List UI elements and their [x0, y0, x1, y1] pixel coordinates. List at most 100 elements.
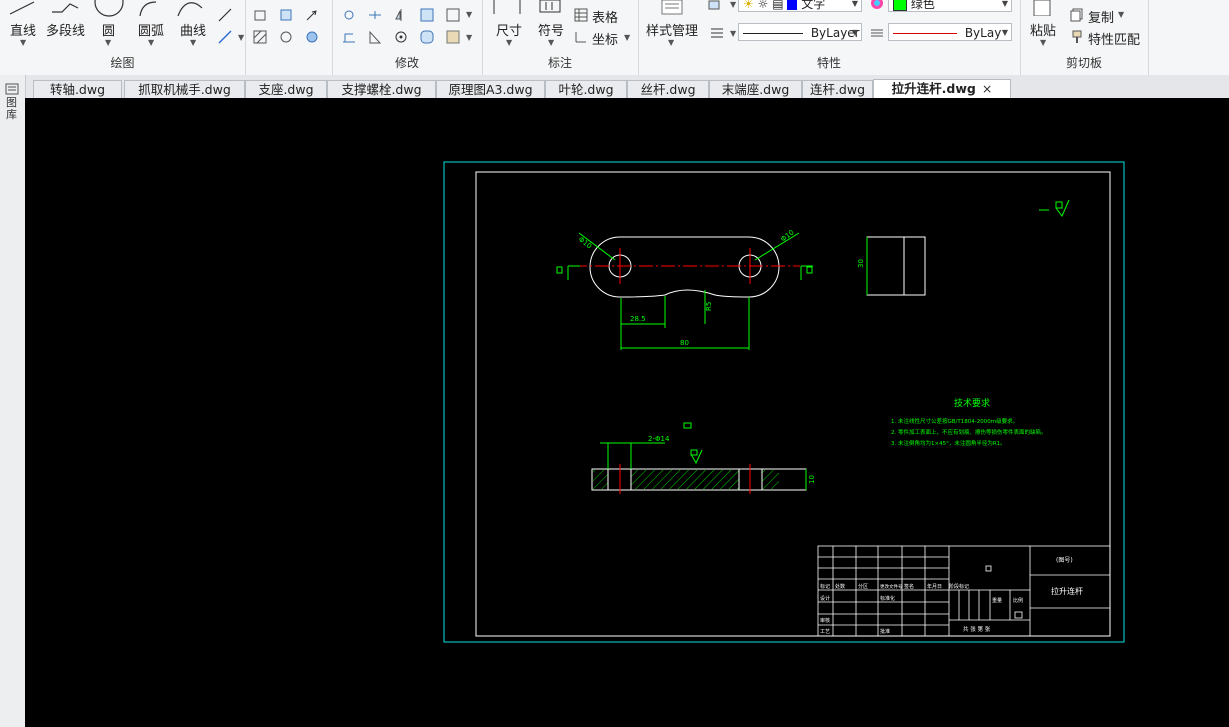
coordinate-tool[interactable]: 坐标 — [592, 29, 618, 48]
printer-icon: ▤ — [772, 0, 784, 11]
color-wheel-icon[interactable] — [870, 0, 884, 10]
line-dropdown-arrow[interactable]: ▼ — [20, 38, 26, 47]
dimension-tool[interactable]: 尺寸 — [496, 20, 522, 39]
tb-label-sign: 签名 — [904, 583, 914, 590]
lineweight-combo[interactable]: ByLay ▼ — [888, 23, 1012, 41]
fillet-icon[interactable] — [420, 30, 434, 44]
hatch-left — [593, 470, 608, 489]
array-icon[interactable] — [420, 8, 434, 22]
drawing-frame — [475, 171, 1111, 637]
dim-30: 30 — [857, 259, 865, 268]
modify-more-arrow[interactable]: ▼ — [466, 10, 472, 19]
tab-2[interactable]: 支座.dwg — [245, 80, 327, 98]
coordinate-dropdown-arrow[interactable]: ▼ — [624, 33, 630, 42]
arc-tool[interactable]: 圆弧 — [138, 20, 164, 39]
circle-dropdown-arrow[interactable]: ▼ — [105, 38, 111, 47]
polyline-tool[interactable]: 多段线 — [46, 20, 85, 39]
tab-label: 叶轮.dwg — [558, 82, 614, 97]
library-label[interactable]: 图库 — [6, 97, 19, 121]
curve-tool-icon — [177, 2, 203, 17]
library-icon[interactable] — [5, 83, 19, 95]
layer-combo[interactable]: ☀ ☼ ▤ 文字 ▼ — [738, 0, 862, 12]
style-manager-dropdown-arrow[interactable]: ▼ — [668, 38, 674, 47]
polyline-tool-icon — [52, 3, 79, 13]
tab-1[interactable]: 抓取机械手.dwg — [124, 80, 245, 98]
symbol-dropdown-arrow[interactable]: ▼ — [548, 38, 554, 47]
tech-req-line-2: 2. 零件加工表面上，不应有划痕、擦伤等损伤零件表面的缺陷。 — [891, 428, 1047, 436]
ray-icon[interactable] — [218, 30, 232, 44]
hatch-right — [762, 470, 779, 489]
tab-7[interactable]: 末端座.dwg — [709, 80, 802, 98]
style-manager-tool[interactable]: 样式管理 — [646, 20, 698, 39]
copy-tool[interactable]: 复制 — [1088, 7, 1114, 26]
tab-3[interactable]: 支撑螺栓.dwg — [327, 80, 436, 98]
revcloud-icon[interactable] — [279, 8, 293, 22]
tb-label-review: 审核 — [820, 617, 830, 624]
tech-req-line-1: 1. 未注线性尺寸公差按GB/T1804-2000m级要求。 — [891, 417, 1018, 425]
tab-9[interactable]: 拉升连杆.dwg × — [873, 79, 1011, 99]
match-style-icon[interactable] — [708, 0, 722, 14]
construction-line-icon[interactable] — [218, 8, 232, 22]
tb-label-stage: 阶段标记 — [949, 583, 969, 590]
paste-dropdown-arrow[interactable]: ▼ — [1040, 38, 1046, 47]
match-properties-tool[interactable]: 特性匹配 — [1088, 29, 1140, 48]
tab-6[interactable]: 丝杆.dwg — [627, 80, 709, 98]
tb-label-zone: 分区 — [858, 583, 868, 590]
arc-dropdown-arrow[interactable]: ▼ — [148, 38, 154, 47]
dimension-icon — [493, 0, 521, 14]
library-sidebar: 图库 — [0, 75, 26, 727]
tb-label-approve: 批准 — [880, 628, 890, 635]
copy-icon — [1070, 8, 1083, 22]
color-combo[interactable]: 绿色 ▼ — [888, 0, 1012, 12]
linetype-combo[interactable]: ByLayer ▼ — [738, 23, 862, 41]
offset-icon[interactable] — [368, 30, 382, 44]
scale-icon[interactable] — [446, 8, 460, 22]
table-tool[interactable]: 表格 — [592, 7, 618, 26]
layer-name: 文字 — [801, 0, 826, 11]
modify-group: ▼ ▼ 修改 — [332, 0, 483, 75]
match-style-arrow[interactable]: ▼ — [730, 0, 736, 9]
tab-close-icon[interactable]: × — [982, 81, 992, 96]
link-front-view — [573, 236, 800, 298]
tab-8[interactable]: 连杆.dwg — [802, 80, 873, 98]
tab-4[interactable]: 原理图A3.dwg — [436, 80, 545, 98]
copy-dropdown-arrow[interactable]: ▼ — [1118, 10, 1124, 19]
arc-tool-icon — [139, 1, 157, 17]
ray-dropdown-arrow[interactable]: ▼ — [238, 33, 244, 42]
pointer-icon[interactable] — [305, 8, 319, 22]
tab-label: 连杆.dwg — [809, 82, 866, 97]
line-tool[interactable]: 直线 — [10, 20, 36, 39]
boundary-icon[interactable] — [279, 30, 293, 44]
rotate-icon[interactable] — [394, 30, 408, 44]
lineweight-list-icon[interactable] — [710, 26, 724, 40]
tech-req-title: 技术要求 — [954, 397, 990, 409]
lineweight-icon[interactable] — [870, 26, 884, 40]
tb-sheet-mark — [1014, 611, 1023, 619]
modify-more-arrow-2[interactable]: ▼ — [466, 33, 472, 42]
drawing-canvas[interactable]: Φ10 Φ10 28.5 R5 80 30 2-Φ14 10 技术要求 1. 未… — [25, 98, 1229, 727]
trim-icon[interactable] — [368, 8, 382, 22]
mirror-icon[interactable] — [394, 8, 408, 22]
tab-label: 支撑螺栓.dwg — [341, 82, 422, 97]
tab-0[interactable]: 转轴.dwg — [33, 80, 122, 98]
hatch-icon[interactable] — [253, 30, 267, 44]
dimension-dropdown-arrow[interactable]: ▼ — [506, 38, 512, 47]
dim-80: 80 — [680, 339, 689, 347]
paste-tool[interactable]: 粘贴 — [1030, 20, 1056, 39]
side-view-outline — [866, 236, 926, 296]
curve-dropdown-arrow[interactable]: ▼ — [190, 38, 196, 47]
tb-part-name: 拉升连杆 — [1051, 586, 1083, 596]
symbol-tool[interactable]: 符号 — [538, 20, 564, 39]
circle-tool[interactable]: 圆 — [102, 20, 115, 39]
tab-5[interactable]: 叶轮.dwg — [545, 80, 627, 98]
move-icon[interactable] — [342, 8, 356, 22]
region-icon[interactable] — [253, 8, 267, 22]
circle-tool-icon — [94, 0, 124, 17]
explode-icon[interactable] — [446, 30, 460, 44]
curve-tool[interactable]: 曲线 — [180, 20, 206, 39]
line-tool-icon — [9, 1, 35, 15]
lineweight-list-arrow[interactable]: ▼ — [730, 29, 736, 38]
gradient-icon[interactable] — [305, 30, 319, 44]
stretch-icon[interactable] — [342, 30, 356, 44]
front-dimensions — [567, 232, 813, 350]
